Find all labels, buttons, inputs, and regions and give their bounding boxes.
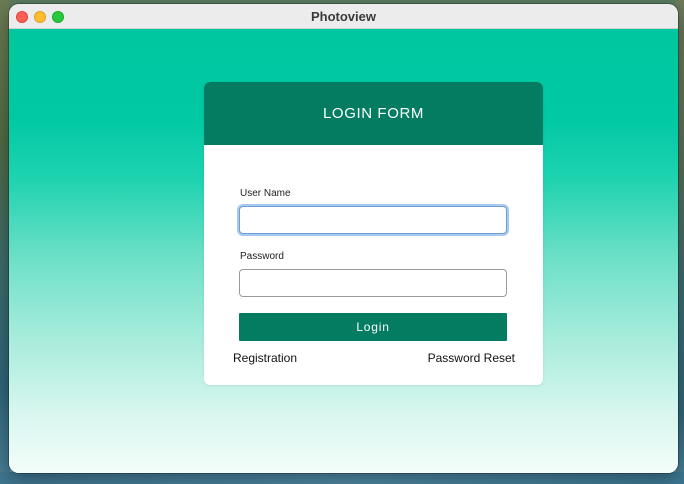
title-bar[interactable]: Photoview <box>9 4 678 29</box>
password-label: Password <box>240 251 284 262</box>
login-card: LOGIN FORM User Name Password Login Regi… <box>204 82 543 385</box>
username-input[interactable] <box>239 206 507 234</box>
login-button[interactable]: Login <box>239 313 507 341</box>
app-window: Photoview LOGIN FORM User Name Password … <box>9 4 678 473</box>
login-form-title: LOGIN FORM <box>322 105 424 122</box>
minimize-window-button[interactable] <box>34 11 46 23</box>
desktop-wallpaper-bottom <box>0 472 684 484</box>
app-content: LOGIN FORM User Name Password Login Regi… <box>9 29 678 473</box>
window-title: Photoview <box>310 9 376 24</box>
password-input[interactable] <box>239 269 507 297</box>
registration-link[interactable]: Registration <box>233 351 297 365</box>
maximize-window-button[interactable] <box>52 11 64 23</box>
username-label: User Name <box>240 188 291 199</box>
close-window-button[interactable] <box>16 11 28 23</box>
login-card-header: LOGIN FORM <box>204 82 543 145</box>
password-reset-link[interactable]: Password Reset <box>428 351 515 365</box>
